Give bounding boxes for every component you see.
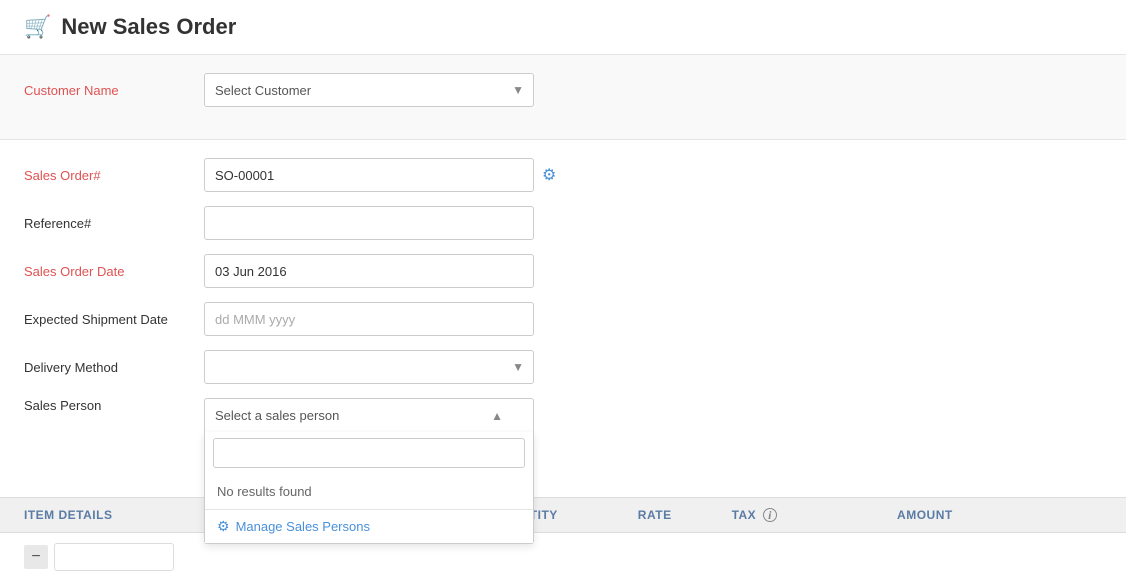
customer-select-wrapper: Select Customer ▼ — [204, 73, 534, 107]
sales-order-input[interactable] — [204, 158, 534, 192]
sales-order-gear-button[interactable]: ⚙ — [542, 165, 556, 185]
bottom-input-field[interactable] — [54, 543, 174, 571]
delivery-method-row: Delivery Method ▼ — [24, 350, 1102, 384]
tax-column-header: TAX i — [732, 508, 777, 523]
gear-icon: ⚙ — [217, 518, 230, 535]
sales-person-trigger[interactable]: Select a sales person ▲ — [204, 398, 534, 432]
add-row-button[interactable]: − — [24, 545, 48, 569]
sales-order-date-row: Sales Order Date — [24, 254, 1102, 288]
page-title: New Sales Order — [61, 14, 236, 40]
delivery-method-label: Delivery Method — [24, 360, 204, 375]
delivery-method-select-wrapper: ▼ — [204, 350, 534, 384]
sales-person-label: Sales Person — [24, 398, 204, 413]
reference-row: Reference# — [24, 206, 1102, 240]
expected-shipment-date-input[interactable] — [204, 302, 534, 336]
sales-person-dropdown: No results found ⚙ Manage Sales Persons — [204, 432, 534, 544]
customer-select[interactable]: Select Customer — [204, 73, 534, 107]
customer-section: Customer Name Select Customer ▼ — [0, 55, 1126, 140]
delivery-method-select[interactable] — [204, 350, 534, 384]
amount-column-header: AMOUNT — [897, 508, 953, 522]
sales-order-date-input[interactable] — [204, 254, 534, 288]
sales-order-row: Sales Order# ⚙ — [24, 158, 1102, 192]
sales-order-date-label: Sales Order Date — [24, 264, 204, 279]
sales-person-wrapper: Select a sales person ▲ No results found… — [204, 398, 534, 432]
sales-person-row: Sales Person Select a sales person ▲ No … — [24, 398, 1102, 432]
bottom-row: − — [0, 532, 1126, 580]
cart-icon: 🛒 — [24, 14, 51, 40]
form-section: Sales Order# ⚙ Reference# Sales Order Da… — [0, 140, 1126, 450]
reference-input[interactable] — [204, 206, 534, 240]
reference-label: Reference# — [24, 216, 204, 231]
rate-column-header: RATE — [638, 508, 672, 522]
sales-person-placeholder: Select a sales person — [215, 408, 339, 423]
expected-shipment-date-label: Expected Shipment Date — [24, 312, 204, 327]
customer-name-row: Customer Name Select Customer ▼ — [24, 73, 1102, 107]
manage-sales-persons-button[interactable]: ⚙ Manage Sales Persons — [205, 509, 533, 543]
no-results-text: No results found — [205, 474, 533, 509]
page-header: 🛒 New Sales Order — [0, 0, 1126, 55]
sales-order-label: Sales Order# — [24, 168, 204, 183]
expected-shipment-date-row: Expected Shipment Date — [24, 302, 1102, 336]
dropdown-search-wrap — [205, 432, 533, 474]
item-details-label: ITEM DETAILS — [24, 508, 112, 522]
item-details-bar: ITEM DETAILS QUANTITY RATE TAX i AMOUNT — [0, 497, 1126, 533]
sales-person-arrow-icon: ▲ — [491, 409, 503, 423]
sales-person-search-input[interactable] — [213, 438, 525, 468]
customer-name-label: Customer Name — [24, 83, 204, 98]
tax-info-icon: i — [763, 508, 777, 522]
manage-sales-persons-label: Manage Sales Persons — [236, 519, 370, 534]
